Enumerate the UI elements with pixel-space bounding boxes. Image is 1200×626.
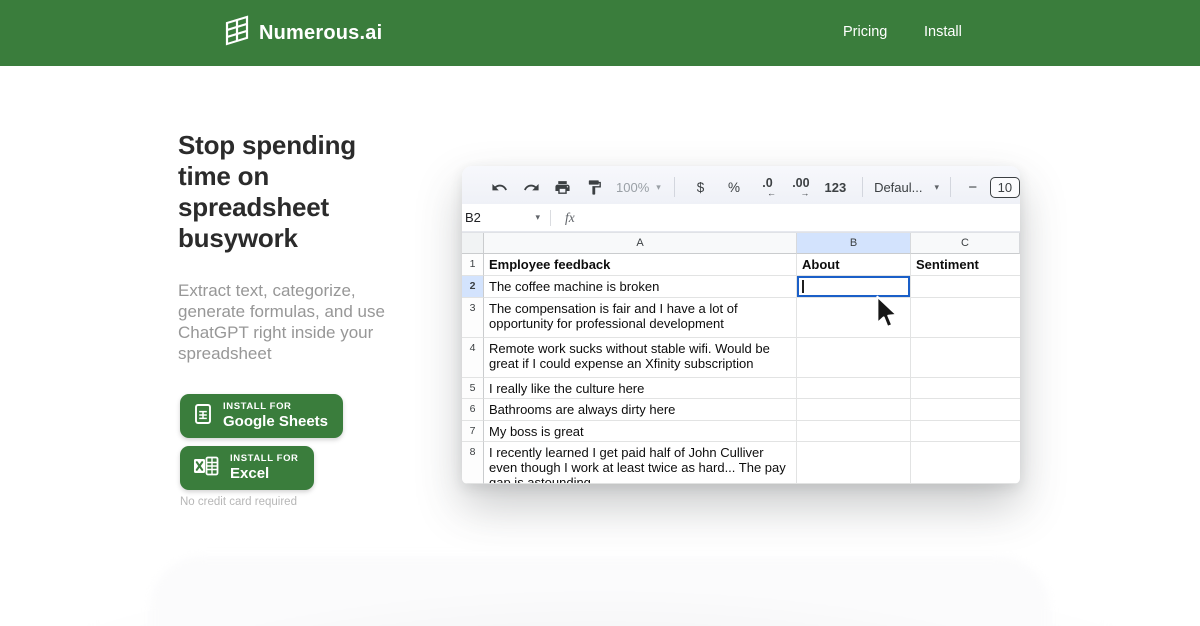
sheet-row-5: 5I really like the culture here <box>462 378 1020 399</box>
decrease-font-size-button[interactable]: − <box>960 179 986 196</box>
row-header-2[interactable]: 2 <box>462 276 484 298</box>
cell-B4[interactable] <box>797 338 911 378</box>
landing-page: Numerous.ai Pricing Install Stop spendin… <box>0 0 1200 626</box>
cell-A4[interactable]: Remote work sucks without stable wifi. W… <box>484 338 797 378</box>
cell-B6[interactable] <box>797 399 911 421</box>
cell-A5[interactable]: I really like the culture here <box>484 378 797 399</box>
brand-name: Numerous.ai <box>259 22 382 45</box>
font-name: Defaul... <box>874 180 922 195</box>
chevron-down-icon: ▾ <box>656 182 661 193</box>
spreadsheet-screenshot: 100% ▾ $ % .0 ← .00 → 123 Defaul... ▾ − … <box>462 166 1020 484</box>
install-for-eyebrow: INSTALL FOR <box>230 453 299 464</box>
row-header-4[interactable]: 4 <box>462 338 484 378</box>
install-excel-text: INSTALL FOR Excel <box>230 453 299 482</box>
row-header-7[interactable]: 7 <box>462 421 484 442</box>
sheet-row-2: 2The coffee machine is broken <box>462 276 1020 298</box>
fx-icon: fx <box>565 210 575 226</box>
toolbar-divider <box>862 177 863 197</box>
cell-C5[interactable] <box>911 378 1020 399</box>
cell-A6[interactable]: Bathrooms are always dirty here <box>484 399 797 421</box>
font-selector[interactable]: Defaul... ▾ <box>874 180 939 195</box>
install-google-sheets-text: INSTALL FOR Google Sheets <box>223 401 328 430</box>
chevron-down-icon: ▾ <box>535 212 540 223</box>
cell-C3[interactable] <box>911 298 1020 338</box>
page-title: Stop spending time on spreadsheet busywo… <box>178 130 393 254</box>
row-header-8[interactable]: 8 <box>462 442 484 484</box>
sheet-rows: 1Employee feedbackAboutSentiment2The cof… <box>462 254 1020 484</box>
cell-C7[interactable] <box>911 421 1020 442</box>
cell-C4[interactable] <box>911 338 1020 378</box>
column-header-B[interactable]: B <box>797 233 911 254</box>
undo-button[interactable] <box>484 179 516 196</box>
name-box[interactable]: B2 ▾ <box>462 210 550 225</box>
zoom-selector[interactable]: 100% ▾ <box>616 180 661 195</box>
cell-B1[interactable]: About <box>797 254 911 276</box>
formula-bar-divider <box>550 210 551 226</box>
sheet-toolbar: 100% ▾ $ % .0 ← .00 → 123 Defaul... ▾ − … <box>462 166 1020 204</box>
arrow-right-icon: → <box>800 189 809 197</box>
cell-A3[interactable]: The compensation is fair and I have a lo… <box>484 298 797 338</box>
font-size-input[interactable]: 10 <box>990 177 1020 198</box>
no-credit-card-note: No credit card required <box>180 496 297 508</box>
cell-B2[interactable] <box>797 276 911 298</box>
background-blob-inner <box>150 556 1050 626</box>
toolbar-divider <box>950 177 951 197</box>
formula-bar: B2 ▾ fx <box>462 204 1020 232</box>
paint-format-button[interactable] <box>579 179 611 196</box>
excel-label: Excel <box>230 465 299 482</box>
sheet-row-7: 7My boss is great <box>462 421 1020 442</box>
page-subtitle: Extract text, categorize, generate formu… <box>178 280 420 364</box>
format-currency-button[interactable]: $ <box>684 180 717 195</box>
arrow-left-icon: ← <box>767 189 776 197</box>
column-headers: ABC <box>462 232 1020 254</box>
column-header-C[interactable]: C <box>911 233 1020 254</box>
google-sheets-label: Google Sheets <box>223 413 328 430</box>
cell-C8[interactable] <box>911 442 1020 484</box>
numerous-logo-icon <box>224 14 251 53</box>
google-sheets-icon <box>193 403 213 428</box>
cell-A7[interactable]: My boss is great <box>484 421 797 442</box>
install-for-eyebrow: INSTALL FOR <box>223 401 328 412</box>
cell-B7[interactable] <box>797 421 911 442</box>
redo-button[interactable] <box>516 179 548 196</box>
cell-B8[interactable] <box>797 442 911 484</box>
chevron-down-icon: ▾ <box>934 182 939 193</box>
cell-A8[interactable]: I recently learned I get paid half of Jo… <box>484 442 797 484</box>
active-cell-reference: B2 <box>465 210 481 225</box>
cell-C6[interactable] <box>911 399 1020 421</box>
install-google-sheets-button[interactable]: INSTALL FOR Google Sheets <box>180 394 343 438</box>
brand-logo[interactable]: Numerous.ai <box>224 14 382 53</box>
excel-icon <box>193 455 220 480</box>
column-header-A[interactable]: A <box>484 233 797 254</box>
zoom-value: 100% <box>616 180 649 195</box>
row-header-1[interactable]: 1 <box>462 254 484 276</box>
cell-C2[interactable] <box>911 276 1020 298</box>
increase-decimal-button[interactable]: .00 → <box>784 178 817 197</box>
nav-link-install[interactable]: Install <box>924 24 962 40</box>
select-all-corner[interactable] <box>462 233 484 254</box>
toolbar-divider <box>674 177 675 197</box>
row-header-3[interactable]: 3 <box>462 298 484 338</box>
row-header-5[interactable]: 5 <box>462 378 484 399</box>
sheet-row-4: 4Remote work sucks without stable wifi. … <box>462 338 1020 378</box>
more-formats-button[interactable]: 123 <box>818 180 853 195</box>
install-excel-button[interactable]: INSTALL FOR Excel <box>180 446 314 490</box>
decrease-decimal-button[interactable]: .0 ← <box>751 178 784 197</box>
text-caret <box>802 280 804 293</box>
top-navigation-bar: Numerous.ai Pricing Install <box>0 0 1200 66</box>
print-button[interactable] <box>547 179 579 196</box>
sheet-row-8: 8I recently learned I get paid half of J… <box>462 442 1020 484</box>
cell-A2[interactable]: The coffee machine is broken <box>484 276 797 298</box>
cell-B3[interactable] <box>797 298 911 338</box>
nav-link-pricing[interactable]: Pricing <box>843 24 887 40</box>
sheet-row-6: 6Bathrooms are always dirty here <box>462 399 1020 421</box>
row-header-6[interactable]: 6 <box>462 399 484 421</box>
format-percent-button[interactable]: % <box>717 180 750 195</box>
sheet-row-1: 1Employee feedbackAboutSentiment <box>462 254 1020 276</box>
cell-A1[interactable]: Employee feedback <box>484 254 797 276</box>
cell-B5[interactable] <box>797 378 911 399</box>
sheet-row-3: 3The compensation is fair and I have a l… <box>462 298 1020 338</box>
cell-C1[interactable]: Sentiment <box>911 254 1020 276</box>
